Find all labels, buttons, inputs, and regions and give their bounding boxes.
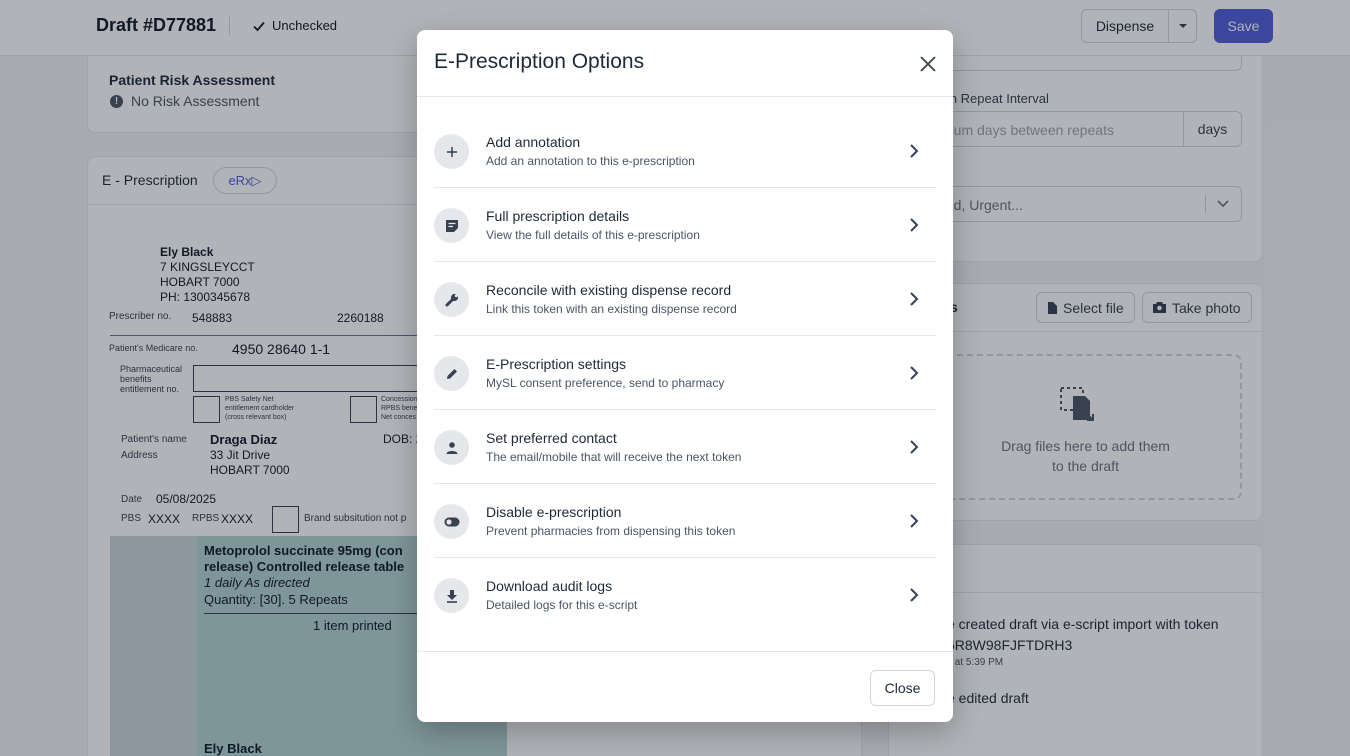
option-title: Download audit logs [486, 578, 613, 594]
option-title: Full prescription details [486, 208, 630, 224]
close-button[interactable]: Close [870, 670, 935, 706]
pencil-icon [434, 356, 469, 391]
option-download-logs[interactable]: Download audit logs Detailed logs for th… [434, 558, 936, 632]
wrench-icon [434, 282, 469, 317]
chevron-right-icon [910, 144, 919, 158]
plus-icon [434, 134, 469, 169]
option-description: Link this token with an existing dispens… [486, 302, 737, 316]
option-title: Disable e-prescription [486, 504, 622, 520]
option-title: Set preferred contact [486, 430, 617, 446]
person-icon [434, 430, 469, 465]
option-description: MySL consent preference, send to pharmac… [486, 376, 725, 390]
note-icon [434, 208, 469, 243]
option-description: Prevent pharmacies from dispensing this … [486, 524, 736, 538]
option-reconcile[interactable]: Reconcile with existing dispense record … [434, 262, 936, 336]
modal-header: E-Prescription Options [417, 30, 953, 97]
modal-title: E-Prescription Options [434, 50, 645, 73]
option-title: Add annotation [486, 134, 581, 150]
chevron-right-icon [910, 218, 919, 232]
option-description: Detailed logs for this e-script [486, 598, 638, 612]
option-preferred-contact[interactable]: Set preferred contact The email/mobile t… [434, 410, 936, 484]
chevron-right-icon [910, 440, 919, 454]
option-disable[interactable]: Disable e-prescription Prevent pharmacie… [434, 484, 936, 558]
modal-footer: Close [417, 651, 953, 722]
option-description: View the full details of this e-prescrip… [486, 228, 700, 242]
option-title: E-Prescription settings [486, 356, 627, 372]
chevron-right-icon [910, 588, 919, 602]
option-settings[interactable]: E-Prescription settings MySL consent pre… [434, 336, 936, 410]
close-icon [920, 56, 936, 72]
chevron-right-icon [910, 292, 919, 306]
download-icon [434, 578, 469, 613]
chevron-right-icon [910, 366, 919, 380]
toggle-icon [434, 504, 469, 539]
option-full-details[interactable]: Full prescription details View the full … [434, 188, 936, 262]
option-description: The email/mobile that will receive the n… [486, 450, 742, 464]
chevron-right-icon [910, 514, 919, 528]
option-description: Add an annotation to this e-prescription [486, 154, 695, 168]
option-add-annotation[interactable]: Add annotation Add an annotation to this… [434, 114, 936, 188]
modal-close-x-button[interactable] [917, 53, 939, 75]
option-title: Reconcile with existing dispense record [486, 282, 732, 298]
options-list: Add annotation Add an annotation to this… [434, 114, 936, 632]
e-prescription-options-modal: E-Prescription Options Add annotation Ad… [417, 30, 953, 722]
